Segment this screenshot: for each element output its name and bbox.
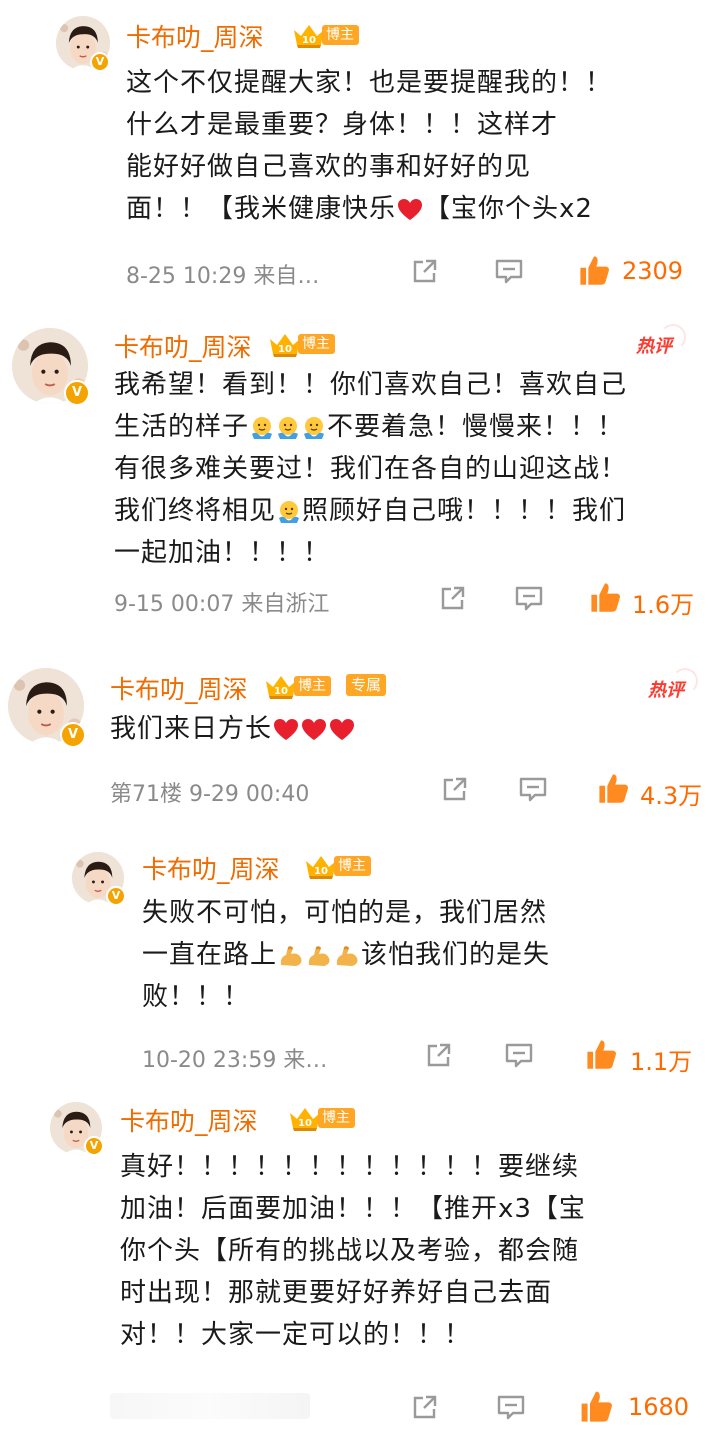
comment-text: 失败不可怕，可怕的是，我们居然 一直在路上 该怕我们的是失 败！！！ bbox=[142, 898, 551, 1012]
like-button[interactable] bbox=[578, 1388, 614, 1424]
comment-icon bbox=[494, 256, 524, 286]
share-button[interactable] bbox=[440, 774, 470, 804]
username[interactable]: 卡布叻_周深 bbox=[120, 1102, 258, 1138]
crown-level-icon bbox=[264, 673, 298, 699]
hug-emoji bbox=[276, 416, 300, 440]
thumbs-up-icon bbox=[588, 580, 622, 614]
thumbs-up-icon bbox=[584, 1037, 618, 1071]
floor-timestamp: 第71楼 9-29 00:40 bbox=[110, 782, 310, 807]
share-button[interactable] bbox=[438, 583, 468, 613]
verified-v-icon: V bbox=[64, 380, 90, 406]
like-button[interactable] bbox=[588, 580, 622, 614]
share-button[interactable] bbox=[410, 256, 440, 286]
like-count: 1.1万 bbox=[630, 1048, 693, 1076]
blurred-timestamp bbox=[110, 1393, 310, 1419]
comment-text: 真好！！！！！！！！！！！！要继续 加油！后面要加油！！！【推开x3【宝 你个头… bbox=[120, 1152, 586, 1350]
share-icon bbox=[410, 256, 440, 286]
role-tag: 博主 bbox=[298, 334, 335, 354]
crown-level-icon bbox=[292, 22, 326, 48]
share-button[interactable] bbox=[424, 1040, 454, 1070]
red-heart-emoji bbox=[301, 718, 327, 742]
comment-icon bbox=[504, 1040, 534, 1070]
role-tag: 博主 bbox=[318, 1108, 355, 1128]
red-heart-emoji bbox=[273, 718, 299, 742]
username[interactable]: 卡布叻_周深 bbox=[114, 328, 252, 364]
hot-comment-badge: 热评 bbox=[636, 324, 686, 358]
red-heart-emoji bbox=[397, 198, 423, 222]
verified-v-icon: V bbox=[60, 722, 86, 748]
role-tag: 博主 bbox=[294, 676, 331, 696]
reply-button[interactable] bbox=[518, 774, 548, 804]
crown-level-icon bbox=[304, 853, 338, 879]
thumbs-up-icon bbox=[596, 771, 630, 805]
hug-emoji bbox=[277, 500, 301, 524]
comment-icon bbox=[518, 774, 548, 804]
hug-emoji bbox=[250, 416, 274, 440]
like-count: 2309 bbox=[622, 257, 684, 285]
share-icon bbox=[424, 1040, 454, 1070]
reply-button[interactable] bbox=[496, 1392, 526, 1422]
like-count: 4.3万 bbox=[640, 782, 703, 810]
red-heart-emoji bbox=[329, 718, 355, 742]
timestamp-source: 8-25 10:29 来自… bbox=[126, 264, 320, 289]
username[interactable]: 卡布叻_周深 bbox=[126, 18, 264, 54]
role-tag: 博主 bbox=[334, 856, 371, 876]
comment-icon bbox=[496, 1392, 526, 1422]
role-tag: 博主 bbox=[322, 25, 359, 45]
thumbs-up-icon bbox=[578, 1388, 614, 1424]
share-icon bbox=[410, 1392, 440, 1422]
share-icon bbox=[440, 774, 470, 804]
like-count: 1680 bbox=[628, 1393, 690, 1421]
comment-icon bbox=[514, 583, 544, 613]
username[interactable]: 卡布叻_周深 bbox=[142, 850, 280, 886]
hug-emoji bbox=[302, 416, 326, 440]
share-icon bbox=[438, 583, 468, 613]
timestamp-source: 10-20 23:59 来… bbox=[142, 1048, 328, 1073]
verified-v-icon: V bbox=[84, 1136, 104, 1156]
like-count: 1.6万 bbox=[632, 591, 695, 619]
reply-button[interactable] bbox=[494, 256, 524, 286]
exclusive-tag: 专属 bbox=[346, 674, 387, 696]
flexed-biceps-emoji bbox=[306, 943, 332, 969]
comment-text: 我希望！看到！！你们喜欢自己！喜欢自己 生活的样子 不要着急！慢慢来！！！ 有很多… bbox=[114, 370, 628, 568]
like-button[interactable] bbox=[577, 253, 611, 287]
hot-comment-badge: 热评 bbox=[648, 668, 698, 702]
crown-level-icon bbox=[268, 331, 302, 357]
flexed-biceps-emoji bbox=[334, 943, 360, 969]
reply-button[interactable] bbox=[504, 1040, 534, 1070]
like-button[interactable] bbox=[596, 771, 630, 805]
like-button[interactable] bbox=[584, 1037, 618, 1071]
timestamp-source: 9-15 00:07 来自浙江 bbox=[114, 592, 330, 617]
verified-v-icon: V bbox=[90, 52, 110, 72]
thumbs-up-icon bbox=[577, 253, 611, 287]
reply-button[interactable] bbox=[514, 583, 544, 613]
comment-text: 这个不仅提醒大家！也是要提醒我的！！ 什么才是最重要？身体！！！这样才 能好好做… bbox=[126, 68, 613, 224]
username[interactable]: 卡布叻_周深 bbox=[110, 670, 248, 706]
comment-text: 我们来日方长 bbox=[110, 708, 356, 750]
share-button[interactable] bbox=[410, 1392, 440, 1422]
flexed-biceps-emoji bbox=[278, 943, 304, 969]
verified-v-icon: V bbox=[106, 886, 126, 906]
crown-level-icon bbox=[288, 1105, 322, 1131]
